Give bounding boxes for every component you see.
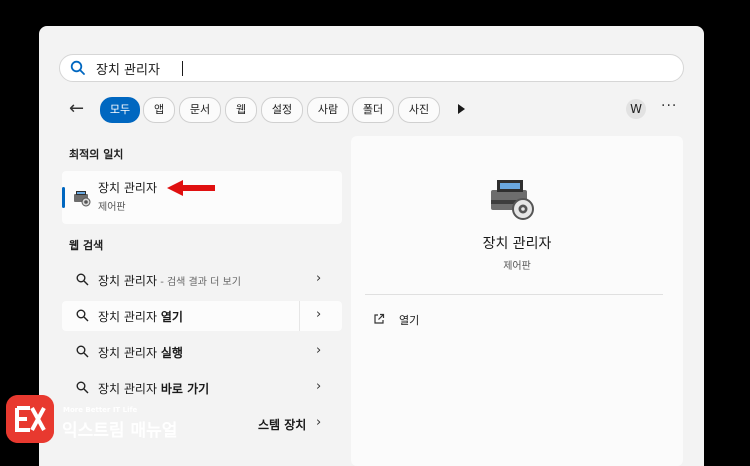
- chevron-right-icon[interactable]: ›: [316, 415, 321, 430]
- search-panel: 장치 관리자 ← 모두 앱 문서 웹 설정 사람 폴더 사진 W ··· 최적의…: [39, 26, 704, 466]
- watermark-name: 익스트림 매뉴얼: [62, 421, 178, 441]
- selection-indicator: [62, 187, 65, 208]
- chevron-right-icon[interactable]: ›: [316, 271, 321, 286]
- web-result-row[interactable]: 장치 관리자 - 검색 결과 더 보기 ›: [62, 265, 342, 295]
- chevron-right-icon[interactable]: ›: [316, 379, 321, 394]
- web-result-text: 장치 관리자: [98, 310, 161, 324]
- web-result-row[interactable]: 장치 관리자 실행 ›: [62, 337, 342, 367]
- detail-pane: 장치 관리자 제어판 열기: [351, 136, 683, 466]
- best-match-title: 장치 관리자: [98, 181, 158, 195]
- web-result-row[interactable]: 장치 관리자 열기 ›: [62, 301, 342, 331]
- search-icon: [76, 345, 89, 358]
- account-avatar[interactable]: W: [626, 99, 646, 119]
- filter-settings[interactable]: 설정: [261, 97, 303, 123]
- search-icon: [76, 309, 89, 322]
- divider: [365, 294, 663, 295]
- open-action[interactable]: 열기: [373, 312, 419, 328]
- filter-folders[interactable]: 폴더: [352, 97, 394, 123]
- chevron-right-icon[interactable]: ›: [316, 307, 321, 322]
- watermark-logo: [6, 395, 54, 443]
- web-result-text: 장치 관리자: [98, 274, 158, 288]
- search-box[interactable]: 장치 관리자: [59, 54, 684, 82]
- open-external-icon: [374, 313, 385, 324]
- detail-subtitle: 제어판: [503, 261, 531, 272]
- best-match-heading: 최적의 일치: [69, 148, 124, 161]
- web-result-bold: 실행: [160, 346, 183, 360]
- search-icon: [70, 60, 85, 75]
- filter-web[interactable]: 웹: [225, 97, 257, 123]
- more-icon[interactable]: ···: [661, 98, 677, 114]
- search-input[interactable]: 장치 관리자: [96, 59, 160, 78]
- search-icon: [76, 273, 89, 286]
- text-caret: [182, 61, 183, 76]
- filter-people[interactable]: 사람: [307, 97, 349, 123]
- web-search-heading: 웹 검색: [69, 239, 104, 252]
- device-manager-icon: [491, 180, 534, 220]
- back-arrow-icon[interactable]: ←: [69, 98, 84, 119]
- web-result-text: 장치 관리자: [98, 346, 161, 360]
- search-icon: [76, 381, 89, 394]
- web-result-row[interactable]: 장치 관리자 바로 가기 ›: [62, 373, 342, 403]
- web-result-text: 장치 관리자: [98, 382, 161, 396]
- device-manager-icon: [74, 191, 91, 207]
- filter-photos[interactable]: 사진: [398, 97, 440, 123]
- open-action-label: 열기: [399, 314, 420, 327]
- web-result-suffix: - 검색 결과 더 보기: [157, 277, 241, 288]
- web-result-bold: 열기: [160, 310, 183, 324]
- filter-apps[interactable]: 앱: [143, 97, 175, 123]
- red-pointer-arrow: [167, 180, 215, 196]
- filter-all[interactable]: 모두: [100, 97, 140, 123]
- play-icon[interactable]: [458, 104, 465, 114]
- best-match-item[interactable]: 장치 관리자 제어판: [62, 171, 342, 224]
- watermark-tagline: More Better IT Life: [63, 406, 138, 414]
- detail-title: 장치 관리자: [482, 236, 552, 252]
- web-result-bold: 스템 장치: [258, 418, 307, 432]
- filter-documents[interactable]: 문서: [179, 97, 221, 123]
- web-result-bold: 바로 가기: [160, 382, 210, 396]
- best-match-subtitle: 제어판: [98, 202, 126, 213]
- row-divider: [299, 301, 300, 331]
- chevron-right-icon[interactable]: ›: [316, 343, 321, 358]
